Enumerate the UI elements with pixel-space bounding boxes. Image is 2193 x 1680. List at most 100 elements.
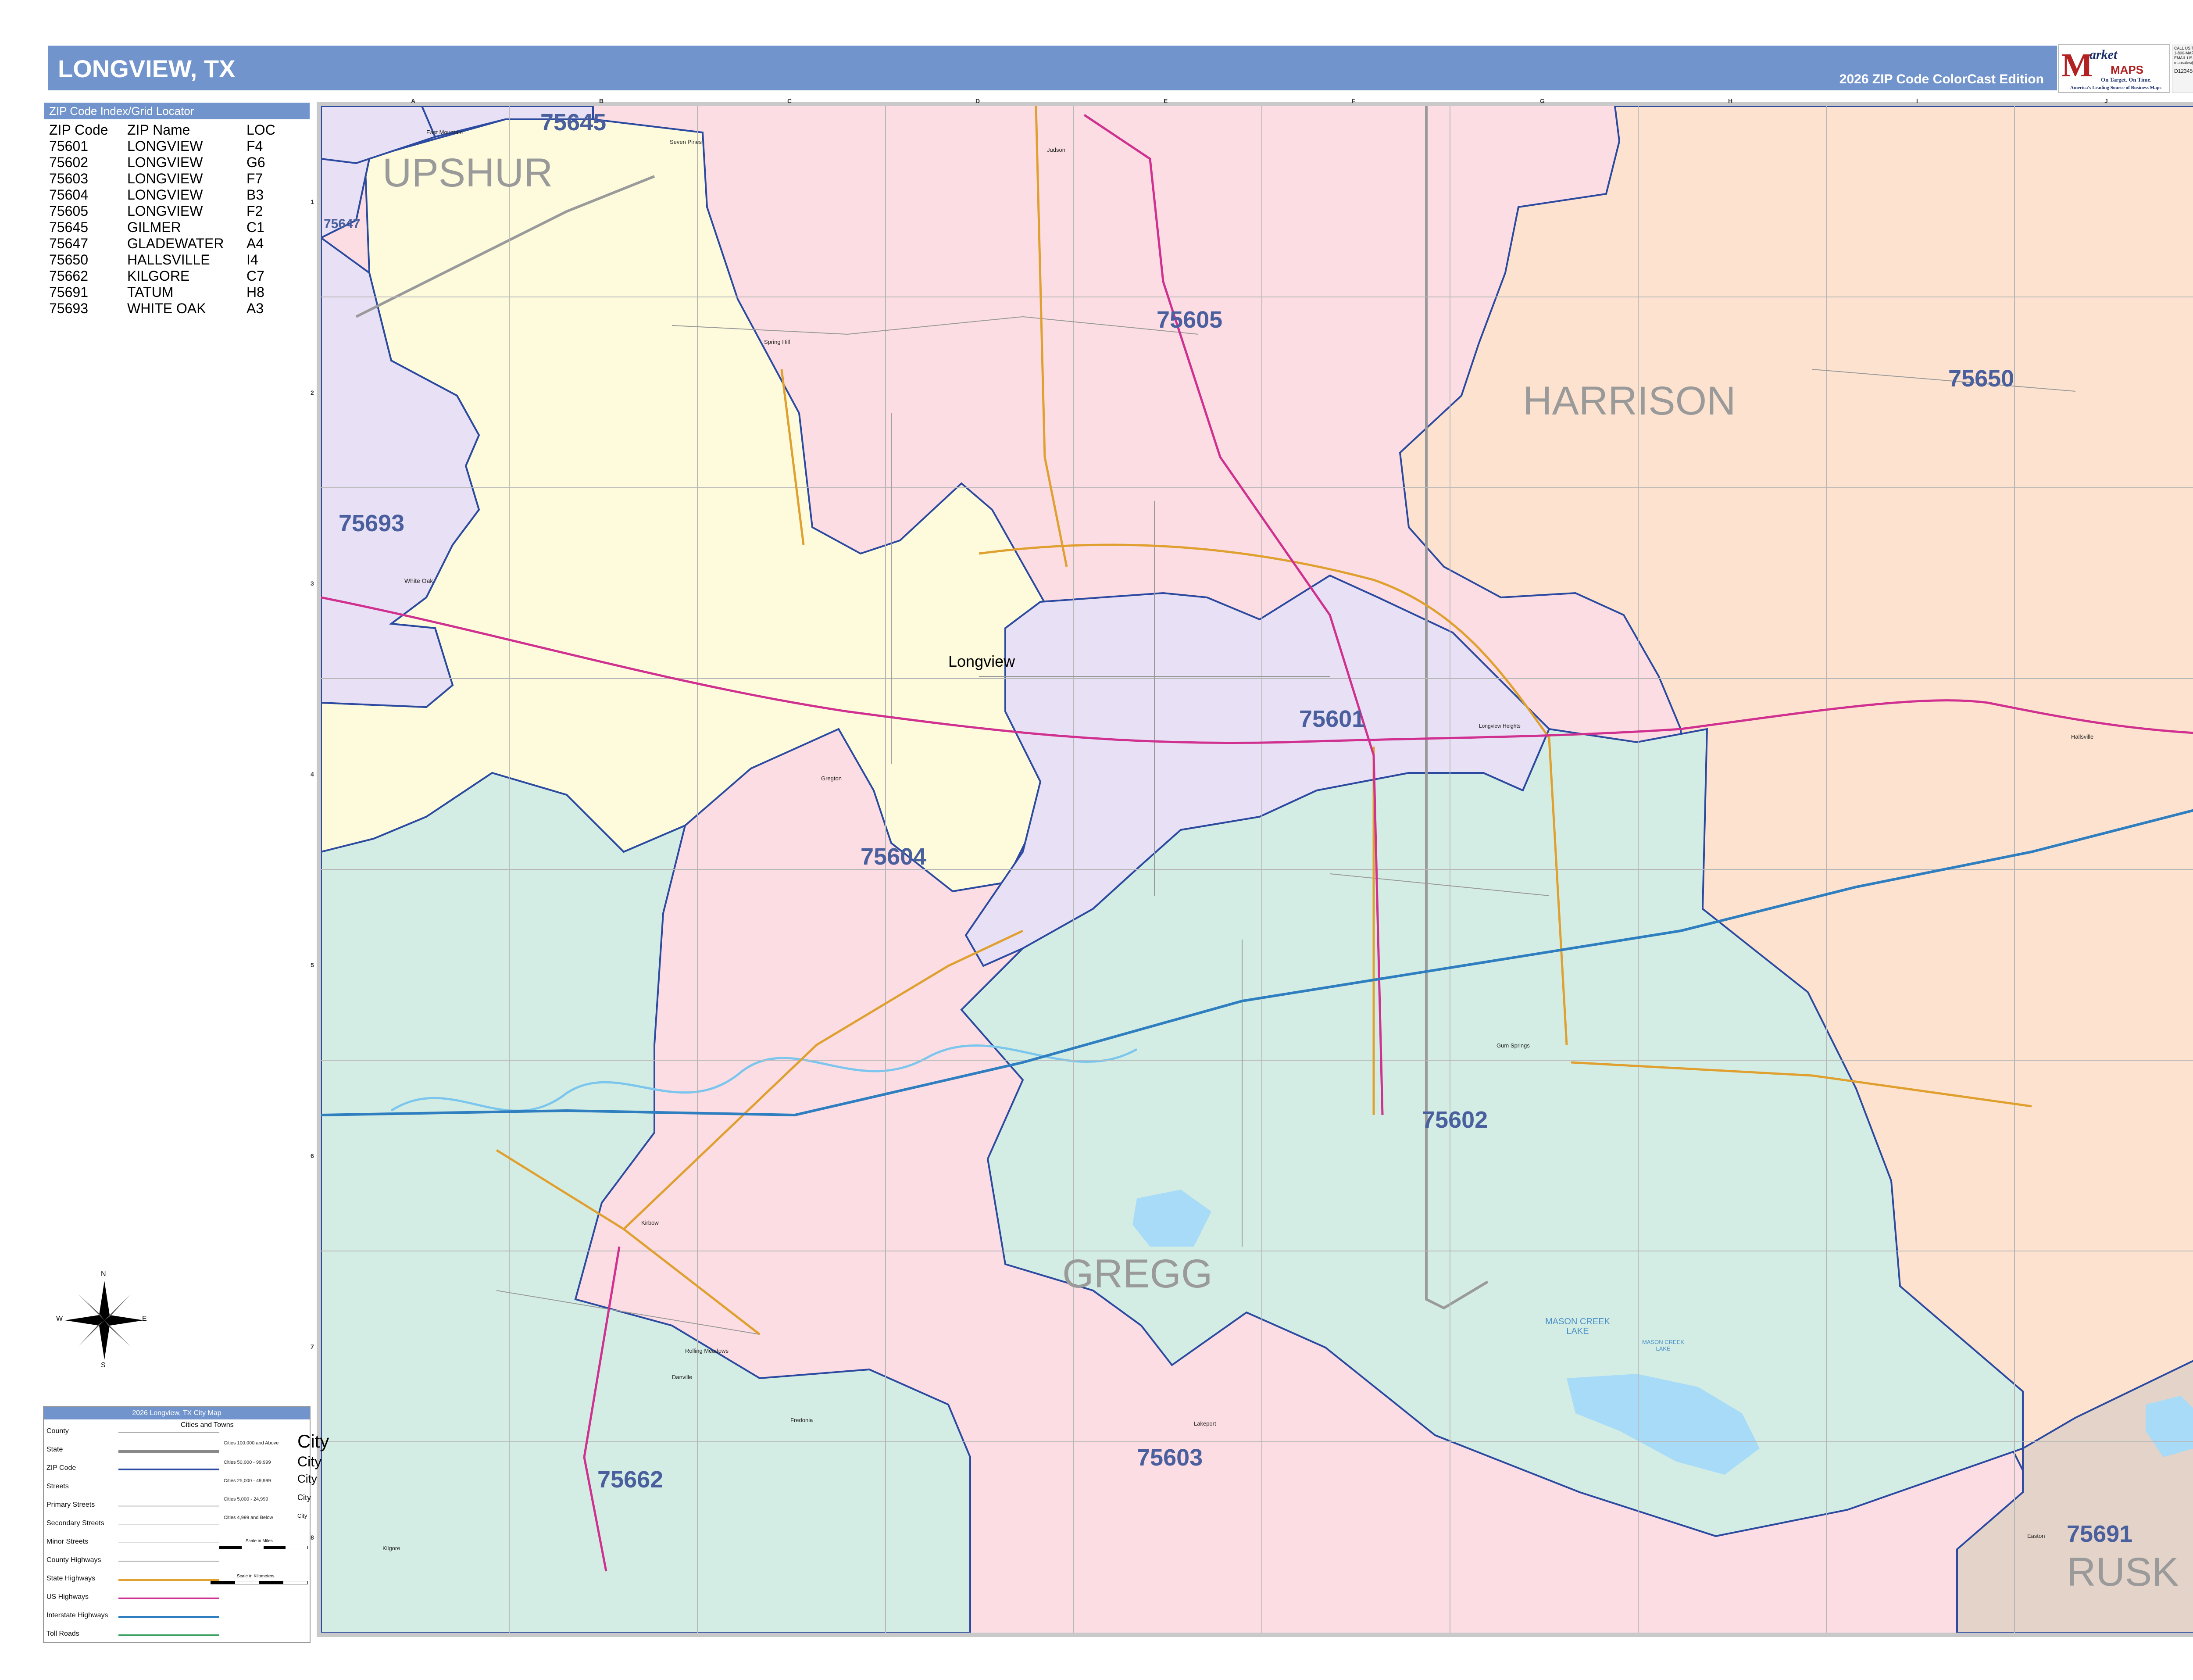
- zip-index-cell: H8: [246, 284, 264, 300]
- grid-col-label: I: [1916, 97, 1918, 104]
- zip-index-cell: 75604: [49, 187, 88, 203]
- grid-col-label: H: [1728, 97, 1733, 104]
- scale-km-label: Scale in Kilometers: [237, 1574, 275, 1579]
- legend-swatch: [118, 1505, 219, 1507]
- zip-index-cell: 75602: [49, 154, 88, 170]
- legend-label: State: [46, 1446, 63, 1453]
- zip-label-75604: 75604: [861, 844, 927, 870]
- zip-label-75647: 75647: [324, 217, 361, 231]
- city-class-label: Cities 4,999 and Below: [224, 1515, 273, 1520]
- grid-row-label: 4: [311, 771, 314, 778]
- grid-row-label: 5: [311, 962, 314, 969]
- legend-label: County Highways: [46, 1556, 101, 1564]
- map-legend: 2026 Longview, TX City Map County State …: [43, 1406, 329, 1643]
- zip-index-cell: A3: [246, 300, 264, 316]
- zip-index-cell: 75693: [49, 300, 88, 316]
- logo-contact-panel: CALL US TOLL FREE 1-800-MAP-SHOP EMAIL U…: [2172, 44, 2193, 93]
- legend-swatch: [118, 1432, 219, 1433]
- contact-line: 1-800-MAP-SHOP: [2174, 51, 2193, 55]
- zip-col-name: ZIP Name LONGVIEW LONGVIEW LONGVIEW LONG…: [127, 122, 224, 317]
- legend-swatch: [118, 1616, 219, 1618]
- map-labels: A B C D E F G H I J 1 2 3 4 5 6 7 8 UPSH…: [311, 97, 2193, 1637]
- zip-index-cell: TATUM: [127, 284, 174, 300]
- town-label: Spring Hill: [764, 339, 790, 345]
- grid-col-label: E: [1164, 97, 1168, 104]
- logo-word-market: arket: [2089, 47, 2118, 62]
- zip-index-header-cell: LOC: [246, 122, 275, 138]
- grid-row-label: 6: [311, 1152, 314, 1159]
- zip-label-75605: 75605: [1157, 307, 1223, 333]
- town-label: White Oak: [404, 577, 433, 584]
- zip-index-cell: LONGVIEW: [127, 187, 203, 203]
- grid-row-label: 3: [311, 580, 314, 587]
- legend-swatch: [118, 1469, 219, 1470]
- map-title: LONGVIEW, TX: [58, 55, 236, 82]
- town-label: Longview Heights: [1479, 723, 1521, 729]
- grid-col-label: A: [411, 97, 416, 104]
- zip-col-code: ZIP Code 75601 75602 75603 75604 75605 7…: [49, 122, 108, 317]
- legend-swatch: [118, 1561, 219, 1562]
- city-class-label: Cities 5,000 - 24,999: [224, 1497, 268, 1502]
- compass-e: E: [142, 1315, 147, 1323]
- market-maps-logo: M arket MAPS On Target. On Time. America…: [2058, 44, 2170, 93]
- town-label: Easton: [2027, 1533, 2045, 1539]
- contact-line: mapsales@marketmaps.com: [2174, 61, 2193, 65]
- grid-col-label: D: [975, 97, 980, 104]
- scale-bar-miles: [219, 1546, 308, 1549]
- zip-index-header-cell: ZIP Code: [49, 122, 108, 138]
- zip-index-cell: 75605: [49, 203, 88, 219]
- county-label-harrison: HARRISON: [1523, 379, 1736, 423]
- town-label: Gregton: [821, 775, 842, 782]
- item-number: D123456: [2174, 68, 2193, 74]
- city-class-label: Cities 100,000 and Above: [224, 1441, 279, 1446]
- city-label-longview: Longview: [948, 652, 1015, 670]
- zip-index-cell: 75601: [49, 138, 88, 154]
- zip-label-75662: 75662: [597, 1466, 664, 1493]
- zip-index-cell: 75691: [49, 284, 88, 300]
- grid-row-label: 1: [311, 198, 314, 205]
- legend-label: ZIP Code: [46, 1464, 76, 1472]
- compass-s: S: [101, 1362, 106, 1369]
- zip-index-cell: LONGVIEW: [127, 138, 203, 154]
- edition-label: 2026 ZIP Code ColorCast Edition: [1839, 72, 2044, 86]
- grid-row-label: 2: [311, 389, 314, 396]
- legend-swatch: [118, 1579, 219, 1581]
- zip-label-75693: 75693: [339, 510, 405, 536]
- town-label: Judson: [1047, 147, 1065, 153]
- compass-w: W: [56, 1315, 63, 1323]
- city-sample: City: [297, 1431, 329, 1451]
- legend-label: County: [46, 1427, 69, 1435]
- city-sample: City: [297, 1454, 322, 1469]
- zip-index-cell: LONGVIEW: [127, 171, 203, 186]
- zip-index-header-cell: ZIP Name: [127, 122, 190, 138]
- legend-swatch: [118, 1450, 219, 1453]
- grid-col-label: C: [787, 97, 792, 104]
- zip-index-cell: B3: [246, 187, 264, 203]
- town-label: Hallsville: [2071, 733, 2094, 740]
- zip-index-cell: G6: [246, 154, 265, 170]
- city-class-label: Cities 50,000 - 99,999: [224, 1460, 271, 1465]
- town-label: Fredonia: [790, 1417, 813, 1423]
- zip-index-cell: C1: [246, 219, 264, 235]
- logo-mark: M: [2061, 47, 2093, 84]
- legend-cities-heading: Cities and Towns: [181, 1421, 234, 1429]
- zip-index-cell: WHITE OAK: [127, 300, 206, 316]
- town-label: Rolling Meadows: [685, 1348, 729, 1354]
- zip-label-75645: 75645: [540, 109, 607, 136]
- zip-index-cell: 75650: [49, 252, 88, 268]
- contact-line: EMAIL US AT: [2174, 56, 2193, 60]
- logo-tagline: On Target. On Time.: [2101, 76, 2152, 83]
- scale-miles-label: Scale in Miles: [246, 1539, 273, 1544]
- zip-index-cell: F7: [246, 171, 263, 186]
- legend-label: Toll Roads: [46, 1630, 79, 1637]
- town-label: Gum Springs: [1497, 1042, 1530, 1049]
- zip-col-loc: LOC F4 G6 F7 B3 F2 C1 A4 I4 C7 H8 A3: [246, 122, 275, 317]
- town-label: Danville: [672, 1374, 693, 1380]
- contact-line: CALL US TOLL FREE: [2174, 46, 2193, 50]
- zip-index-cell: 75662: [49, 268, 88, 284]
- legend-label: State Highways: [46, 1575, 96, 1582]
- zip-index-cell: 75603: [49, 171, 88, 186]
- zip-index-cell: GILMER: [127, 219, 181, 235]
- legend-swatch: [118, 1542, 219, 1543]
- zip-label-75691: 75691: [2067, 1521, 2133, 1547]
